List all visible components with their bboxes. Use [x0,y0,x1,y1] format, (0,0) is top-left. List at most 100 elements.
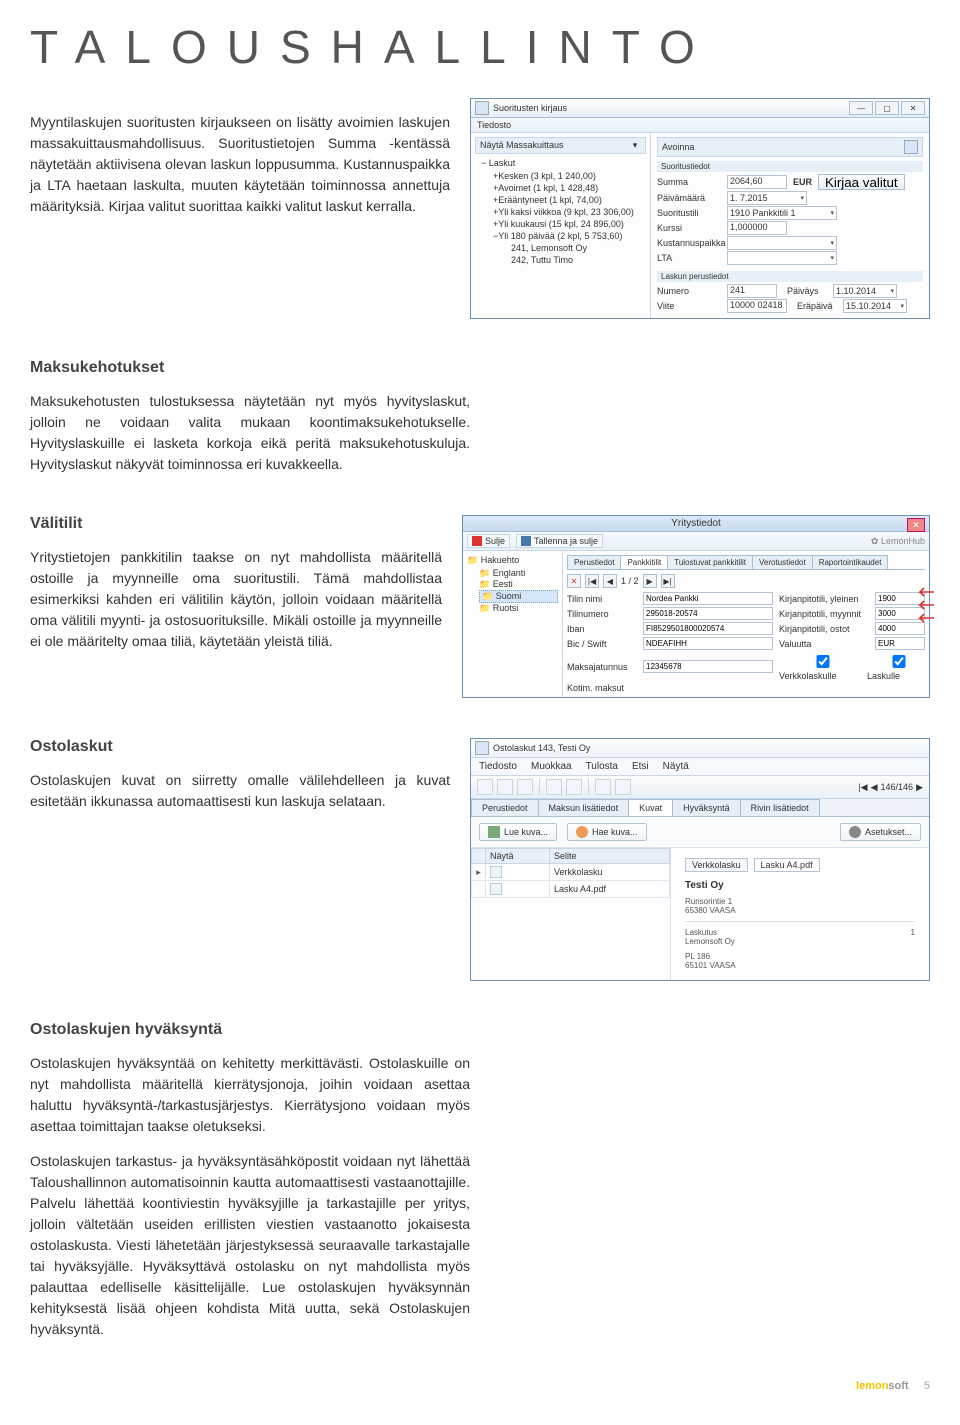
verkkolaskulle-checkbox[interactable]: Verkkolaskulle [779,652,859,681]
tab-rivin-lisatiedot[interactable]: Rivin lisätiedot [740,799,820,816]
suoritustili-select[interactable]: 1910 Pankkitili 1▾ [727,206,837,220]
close-button[interactable]: ✕ [907,518,925,532]
toolbar-icon[interactable] [477,779,493,795]
collapse-icon[interactable]: − [481,158,486,168]
window-icon [475,741,489,755]
tree-node[interactable]: Yli kuukausi (15 kpl, 24 896,00) [498,219,624,229]
tree-leaf[interactable]: 242, Tuttu Timo [511,254,646,266]
currency-label: EUR [793,177,812,187]
toolbar-icon[interactable] [595,779,611,795]
toolbar-icon[interactable] [566,779,582,795]
bic-input[interactable] [643,637,773,650]
tree-leaf[interactable]: 241, Lemonsoft Oy [511,242,646,254]
tree-node[interactable]: Kesken (3 kpl, 1 240,00) [498,171,596,181]
menu-muokkaa[interactable]: Muokkaa [531,761,572,772]
preview-vendor: Lemonsoft Oy [685,937,915,946]
numero-input[interactable]: 241 [727,284,777,298]
country-item[interactable]: 📁 Eesti [479,579,558,590]
dropdown-icon[interactable]: ▾ [629,140,641,151]
summa-input[interactable]: 2064,60 [727,175,787,189]
preview-city: 65101 VAASA [685,961,915,970]
tab-hyvaksynta[interactable]: Hyväksyntä [672,799,741,816]
kustannuspaikka-select[interactable]: ▾ [727,236,837,250]
menu-etsi[interactable]: Etsi [632,761,649,772]
tilin-nimi-input[interactable] [643,592,773,605]
window-title: Suoritusten kirjaus [493,103,567,113]
sulje-button[interactable]: Sulje [467,534,510,548]
refresh-icon[interactable] [904,140,918,154]
viite-input[interactable]: 10000 02418 [727,299,787,313]
menu-nayta[interactable]: Näytä [663,761,689,772]
tab-raportointikaudet[interactable]: Raportointikaudet [812,555,889,569]
form-section-header: Suoritustiedot [657,161,923,172]
tallenna-button[interactable]: Tallenna ja sulje [516,534,603,548]
preview-tab[interactable]: Verkkolasku [685,858,748,872]
tab-pankkitilit[interactable]: Pankkitilit [620,555,668,569]
toolbar-icon[interactable] [517,779,533,795]
minimize-button[interactable]: — [849,101,873,115]
lue-kuva-button[interactable]: Lue kuva... [479,823,557,841]
nav-first-button[interactable]: |◀ [585,574,599,588]
tab-tulostuvat[interactable]: Tulostuvat pankkitilit [667,555,753,569]
toolbar-icon[interactable] [615,779,631,795]
tree-root-label[interactable]: Laskut [489,158,516,168]
country-item[interactable]: 📁 Englanti [479,568,558,579]
tab-perustiedot[interactable]: Perustiedot [567,555,621,569]
kirjaa-valitut-button[interactable]: Kirjaa valitut [818,174,905,190]
menu-tiedosto[interactable]: Tiedosto [479,761,517,772]
nav-next-button[interactable]: ▶ [643,574,657,588]
maksajatunnus-label: Maksajatunnus [567,662,637,672]
nav-next-icon[interactable]: ▶ [916,782,923,793]
tree-node[interactable]: Yli 180 päivää (2 kpl, 5 753,60) [498,231,622,241]
close-button[interactable]: ✕ [901,101,925,115]
brand-label: ✿ LemonHub [871,536,925,547]
asetukset-button[interactable]: Asetukset... [840,823,921,841]
lta-select[interactable]: ▾ [727,251,837,265]
nav-delete-icon[interactable]: ✕ [567,574,581,588]
nav-prev-button[interactable]: ◀ [603,574,617,588]
nav-prev-icon[interactable]: ◀ [871,782,878,793]
iban-input[interactable] [643,622,773,635]
paivamaara-input[interactable]: 1. 7.2015▾ [727,191,807,205]
maximize-button[interactable]: ▢ [875,101,899,115]
preview-tab-active[interactable]: Lasku A4.pdf [754,858,820,872]
tab-kuvat[interactable]: Kuvat [628,799,673,816]
kp-yleinen-label: Kirjanpitotili, yleinen [779,594,869,604]
col-selite[interactable]: Selite [549,849,669,864]
tree-root[interactable]: 📁 Hakuehto [467,555,558,566]
menu-bar[interactable]: Tiedosto [471,118,929,133]
preview-laskutus-num: 1 [911,928,915,937]
tree-node[interactable]: Avoimet (1 kpl, 1 428,48) [498,183,598,193]
menu-tulosta[interactable]: Tulosta [586,761,618,772]
erapaiva-input[interactable]: 15.10.2014▾ [843,299,907,313]
table-row[interactable]: Lasku A4.pdf [472,881,670,898]
tree-node[interactable]: Erääntyneet (1 kpl, 74,00) [498,195,602,205]
search-icon [576,826,588,838]
country-item-selected[interactable]: 📁 Suomi [479,590,558,603]
toolbar-icon[interactable] [497,779,513,795]
toolbar-icon[interactable] [546,779,562,795]
kurssi-input[interactable]: 1,000000 [727,221,787,235]
hae-kuva-button[interactable]: Hae kuva... [567,823,647,841]
col-nayta[interactable]: Näytä [486,849,550,864]
table-row[interactable]: ▸ Verkkolasku [472,864,670,881]
kurssi-label: Kurssi [657,223,727,233]
tree-node[interactable]: Yli kaksi viikkoa (9 kpl, 23 306,00) [498,207,634,217]
intro-paragraph: Myyntilaskujen suoritusten kirjaukseen o… [30,112,450,217]
tab-maksun-lisatiedot[interactable]: Maksun lisätiedot [538,799,630,816]
laskulle-checkbox[interactable]: Laskulle [867,652,923,681]
nav-first-icon[interactable]: |◀ [858,782,867,793]
tab-verotustiedot[interactable]: Verotustiedot [752,555,813,569]
summa-label: Summa [657,177,727,187]
page-title: TALOUSHALLINTO [30,20,930,74]
menu-bar: Tiedosto Muokkaa Tulosta Etsi Näytä [471,758,929,776]
paivays-input[interactable]: 1.10.2014▾ [833,284,897,298]
valuutta-input[interactable] [875,637,925,650]
preview-addr1: Runsorintie 1 [685,897,915,906]
country-item[interactable]: 📁 Ruotsi [479,603,558,614]
maksajatunnus-input[interactable] [643,660,773,673]
nav-last-button[interactable]: ▶| [661,574,675,588]
tab-perustiedot[interactable]: Perustiedot [471,799,539,816]
kotim-maksut-label: Kotim. maksut [567,683,637,693]
tilinumero-input[interactable] [643,607,773,620]
